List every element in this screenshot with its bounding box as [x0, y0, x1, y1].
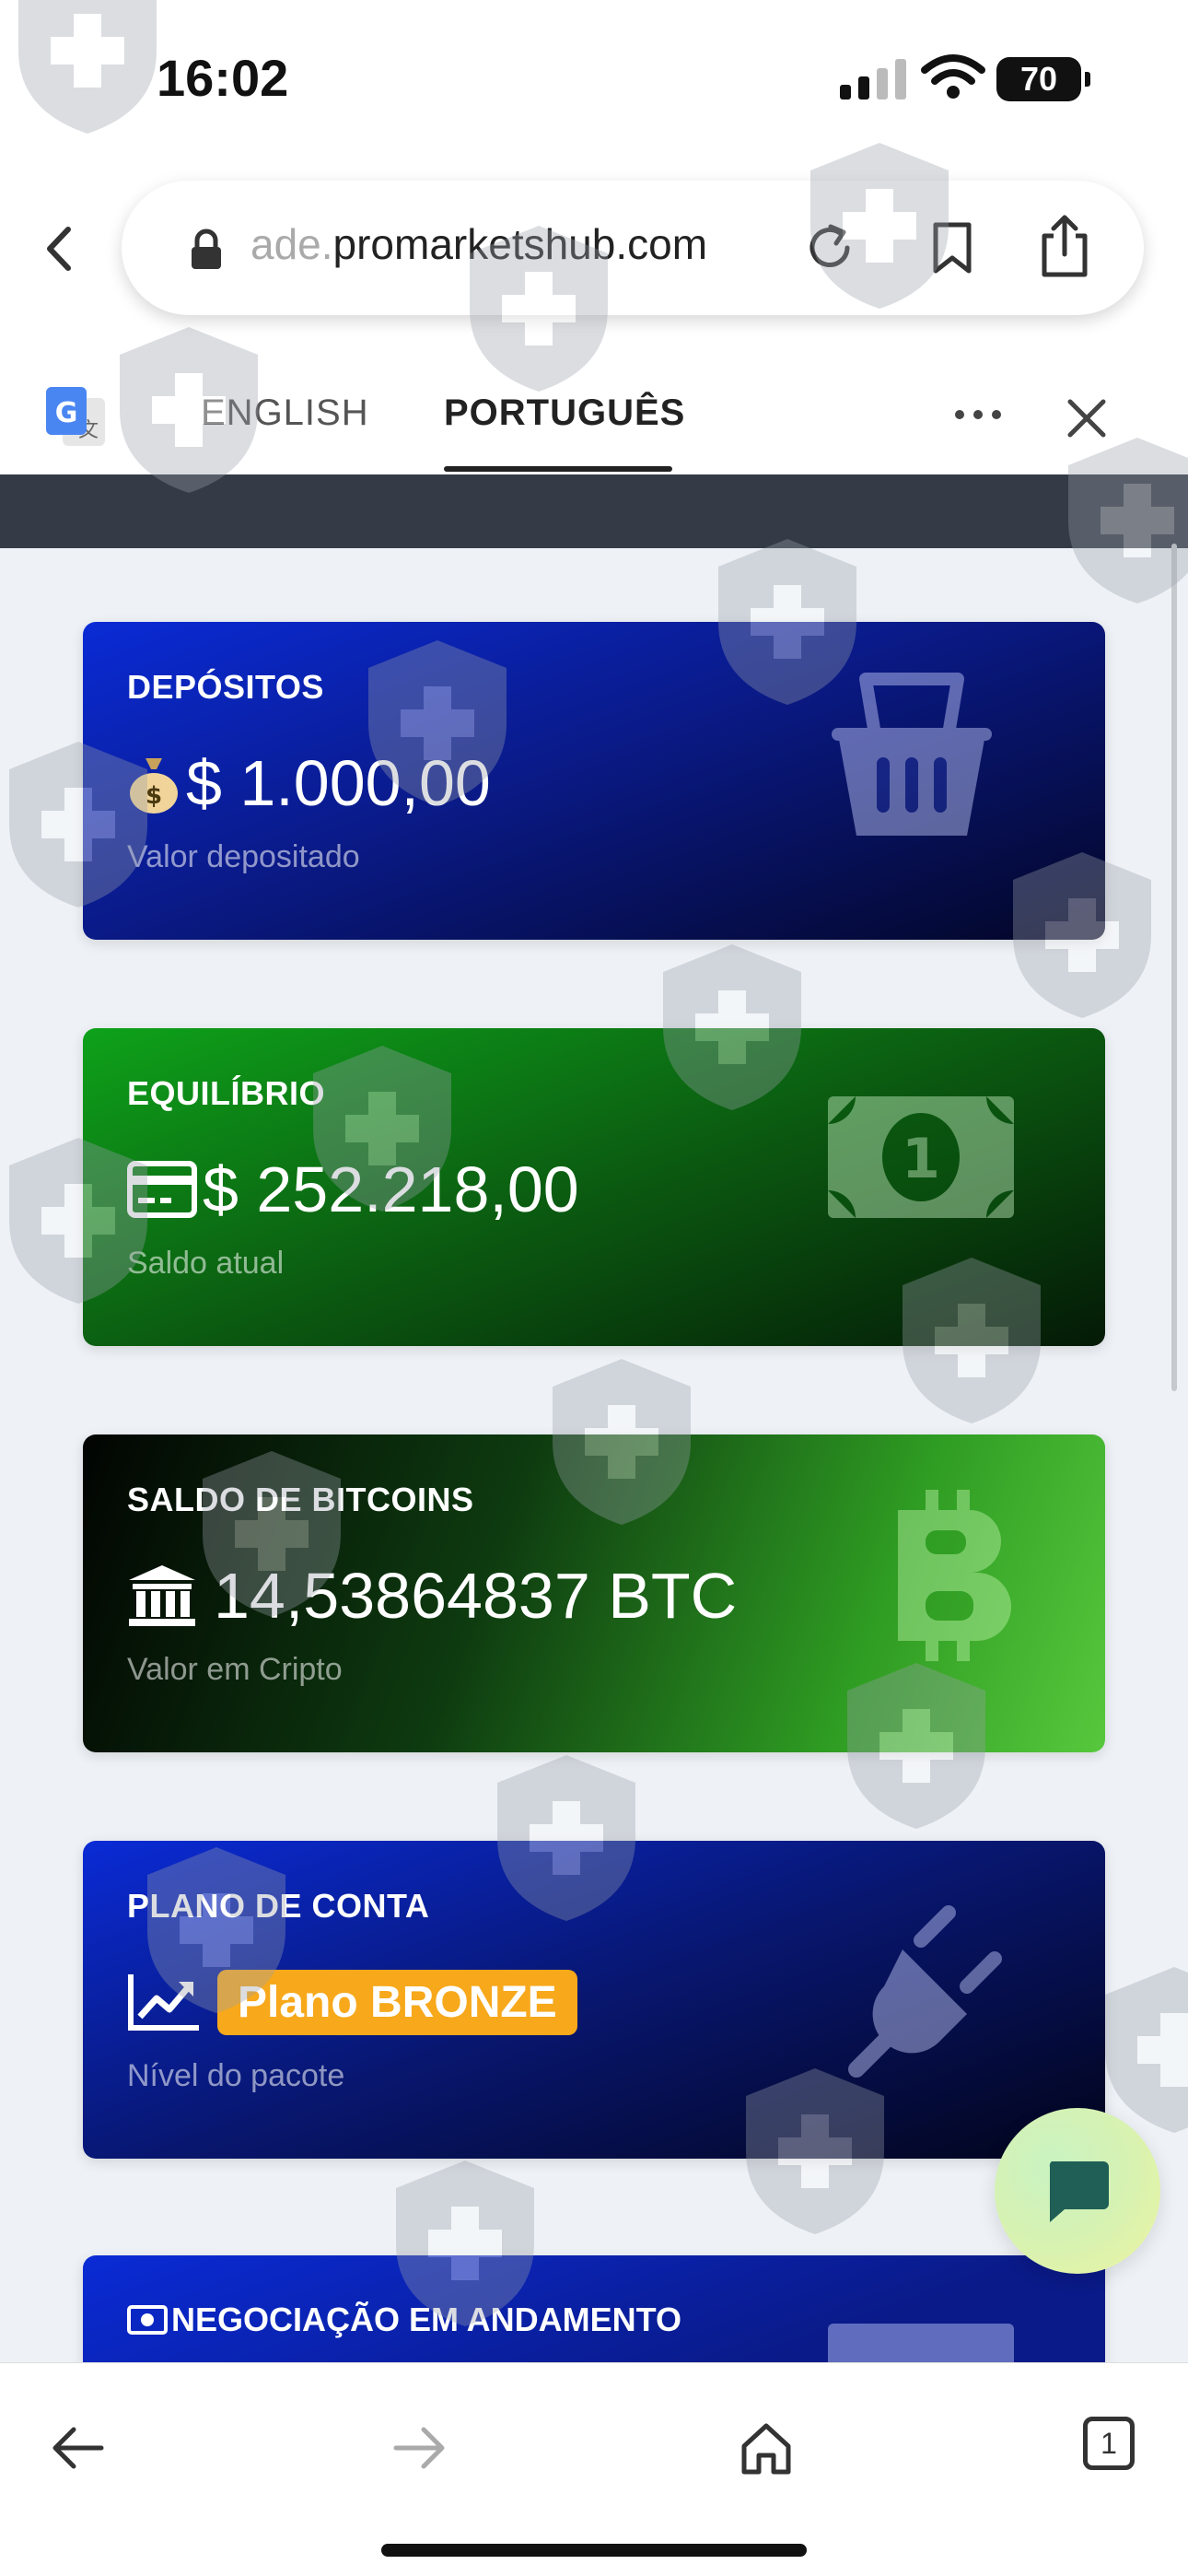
translate-bar: 文 G ENGLISH PORTUGUÊS	[0, 359, 1188, 474]
balance-amount: $ 252.218,00	[203, 1153, 579, 1225]
lock-icon	[192, 228, 221, 269]
deposit-amount: $ 1.000,00	[186, 747, 491, 819]
card-title: EQUILÍBRIO	[127, 1074, 326, 1112]
url-text: ade.promarketshub.com	[250, 219, 707, 269]
bank-icon	[129, 1565, 195, 1626]
basket-icon	[832, 673, 992, 836]
tabs-button[interactable]: 1	[1083, 2417, 1135, 2470]
card-title: SALDO DE BITCOINS	[127, 1481, 474, 1518]
account-plan-card[interactable]: PLANO DE CONTA Plano BRONZE Nível do pac…	[83, 1841, 1105, 2159]
watermark-shield-icon	[1105, 1967, 1188, 2133]
chat-bubble-icon	[1049, 2161, 1109, 2222]
deposits-card[interactable]: DEPÓSITOS $ $ 1.000,00 Valor depositado	[83, 622, 1105, 940]
tab-portuguese[interactable]: PORTUGUÊS	[444, 392, 685, 434]
browser-address-bar: ade.promarketshub.com	[0, 157, 1188, 359]
active-tab-underline	[444, 466, 672, 472]
back-chevron-icon[interactable]	[28, 217, 92, 281]
battery-cap	[1085, 72, 1090, 87]
plug-icon	[848, 1905, 1002, 2078]
back-arrow-icon[interactable]	[48, 2418, 107, 2477]
bitcoin-balance-card[interactable]: SALDO DE BITCOINS 14,53864837 BTC Valor …	[83, 1434, 1105, 1752]
cellular-signal-icon	[840, 59, 906, 100]
card-value-row: Plano BRONZE	[127, 1961, 577, 2043]
share-icon[interactable]	[1039, 214, 1090, 278]
svg-text:1: 1	[902, 1127, 940, 1191]
balance-card[interactable]: EQUILÍBRIO $ 252.218,00 Saldo atual 1	[83, 1028, 1105, 1346]
card-subtitle: Saldo atual	[127, 1246, 285, 1281]
card-title-row: NEGOCIAÇÃO EM ANDAMENTO	[127, 2292, 681, 2348]
bookmark-icon[interactable]	[928, 221, 976, 275]
card-value-row: $ 252.218,00	[127, 1148, 579, 1231]
wifi-icon	[921, 54, 985, 99]
bitcoin-icon	[898, 1490, 1011, 1661]
scrollbar[interactable]	[1171, 544, 1177, 1391]
url-field[interactable]: ade.promarketshub.com	[122, 181, 1144, 315]
forward-arrow-icon[interactable]	[390, 2418, 449, 2477]
svg-text:G: G	[55, 397, 78, 429]
card-value-row: $ $ 1.000,00	[127, 742, 491, 825]
card-value-row: 14,53864837 BTC	[127, 1554, 737, 1637]
status-bar: 16:02 70	[0, 0, 1188, 157]
google-translate-icon[interactable]: 文 G	[44, 385, 109, 450]
card-subtitle: Valor em Cripto	[127, 1652, 343, 1687]
url-domain: promarketshub.com	[332, 220, 708, 268]
status-time: 16:02	[157, 49, 289, 107]
site-header-band	[0, 474, 1188, 548]
chart-line-icon	[128, 1974, 199, 2031]
home-indicator	[381, 2544, 807, 2557]
browser-bottom-toolbar: 1	[0, 2362, 1188, 2576]
cash-icon	[127, 2305, 168, 2335]
home-icon[interactable]	[737, 2418, 796, 2477]
credit-card-icon	[127, 1161, 197, 1218]
card-title: NEGOCIAÇÃO EM ANDAMENTO	[171, 2301, 682, 2338]
money-bill-icon: 1	[828, 1096, 1014, 1218]
card-title: DEPÓSITOS	[127, 668, 324, 706]
close-icon[interactable]	[1061, 392, 1112, 444]
card-subtitle: Valor depositado	[127, 839, 360, 874]
chat-button[interactable]	[995, 2108, 1160, 2274]
plan-badge: Plano BRONZE	[217, 1969, 577, 2035]
bitcoin-amount: 14,53864837 BTC	[214, 1560, 738, 1632]
card-subtitle: Nível do pacote	[127, 2058, 345, 2093]
card-title: PLANO DE CONTA	[127, 1887, 430, 1925]
money-bag-icon: $	[130, 758, 178, 814]
svg-text:$: $	[146, 782, 162, 810]
battery-indicator: 70	[996, 57, 1081, 101]
tab-english[interactable]: ENGLISH	[201, 392, 369, 434]
url-prefix: ade.	[250, 220, 333, 268]
more-options-icon[interactable]	[950, 396, 1006, 433]
reload-icon[interactable]	[803, 221, 856, 275]
